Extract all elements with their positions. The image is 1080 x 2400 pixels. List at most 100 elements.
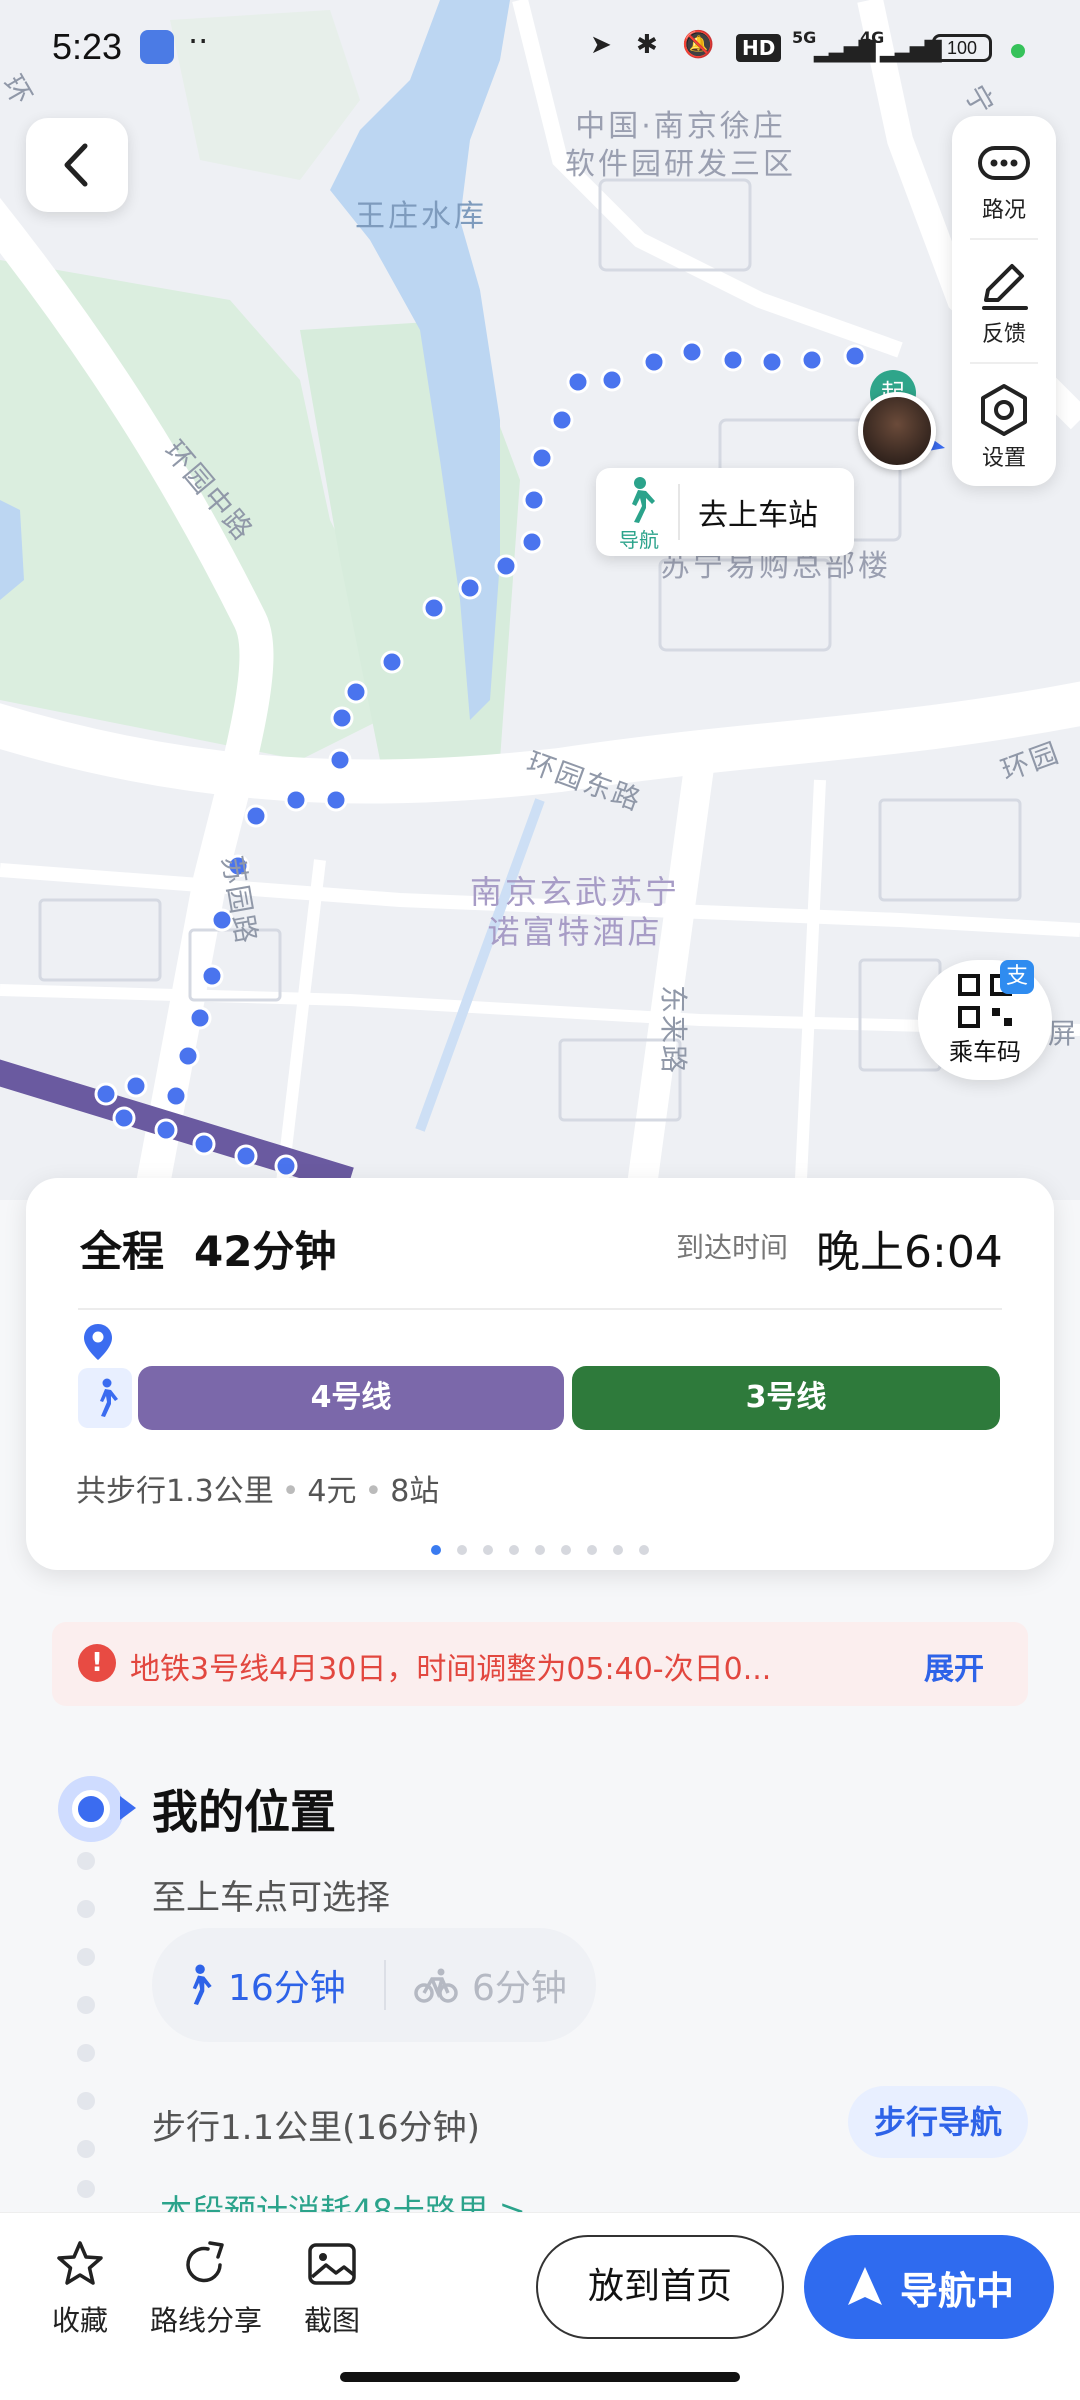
walking-route-dot <box>843 344 867 368</box>
walking-route-dot <box>721 348 745 372</box>
walk-total: 共步行1.3公里 <box>76 1474 274 1509</box>
walk-navigation-button[interactable]: 步行导航 <box>848 2086 1028 2158</box>
privacy-indicator-dot <box>1011 44 1025 58</box>
ride-qr-code-button[interactable]: 支 乘车码 <box>918 960 1052 1080</box>
route-share-button[interactable]: 路线分享 <box>144 2239 268 2339</box>
favorite-button[interactable]: 收藏 <box>40 2239 120 2339</box>
walk-mode-time: 16分钟 <box>228 1968 346 2009</box>
back-button[interactable] <box>26 118 128 212</box>
road-label-edge-ping: 屏 <box>1048 1017 1079 1050</box>
settings-button[interactable]: 设置 <box>952 364 1056 484</box>
feedback-label: 反馈 <box>981 322 1026 347</box>
map-label-hotel: 南京玄武苏宁 诺富特酒店 <box>470 873 681 951</box>
pager-dot[interactable] <box>561 1545 571 1555</box>
route-step-dot <box>77 2140 95 2158</box>
road-label-donglai: 东来路 <box>657 984 691 1076</box>
walking-person-icon <box>192 1964 212 2005</box>
pin-to-home-button[interactable]: 放到首页 <box>536 2235 784 2339</box>
walking-route-dot <box>200 964 224 988</box>
bicycle-icon <box>414 1968 458 2003</box>
arrival-label: 到达时间 <box>676 1231 789 1264</box>
pager-dot[interactable] <box>483 1545 493 1555</box>
image-icon <box>308 2243 356 2285</box>
route-step-dot <box>77 2092 95 2110</box>
walking-route-dot <box>520 530 544 554</box>
route-summary-card[interactable]: 全程 42分钟 到达时间 晚上6:04 4号线 3号线 共步行1.3公里 • 4元 •… <box>26 1178 1054 1570</box>
go-to-station-callout[interactable]: 导航 去上车站 <box>596 468 854 556</box>
walking-route-dot <box>234 1144 258 1168</box>
walking-route-dot <box>550 408 574 432</box>
callout-divider <box>678 484 680 540</box>
pencil-icon <box>982 264 1028 310</box>
route-share-label: 路线分享 <box>149 2304 262 2337</box>
walking-person-icon <box>632 477 655 523</box>
metro-alert-bar[interactable]: ! 地铁3号线4月30日，时间调整为05:40-次日0... 展开 <box>52 1622 1028 1706</box>
user-avatar-marker[interactable] <box>858 392 936 470</box>
location-arrow-icon: ➤ <box>590 30 612 60</box>
navigation-arrow-icon <box>847 2267 882 2305</box>
route-step-dot <box>77 1900 95 1918</box>
location-pin-icon <box>84 1324 112 1360</box>
mute-icon: 🔕 <box>682 30 715 60</box>
walking-route-dot <box>566 370 590 394</box>
walking-route-dot <box>494 554 518 578</box>
walking-route-dot <box>124 1074 148 1098</box>
chevron-left-icon <box>64 143 88 187</box>
meta-separator: • <box>281 1474 300 1509</box>
route-pager[interactable] <box>26 1540 1054 1559</box>
walking-route-dot <box>642 350 666 374</box>
walking-route-dot <box>680 340 704 364</box>
alipay-badge-icon: 支 <box>1000 960 1034 994</box>
bike-mode-option[interactable]: 6分钟 <box>414 1928 567 2042</box>
traffic-button[interactable]: 路况 <box>952 116 1056 236</box>
pager-dot[interactable] <box>639 1545 649 1555</box>
settings-label: 设置 <box>981 446 1026 471</box>
share-arrow-icon <box>186 2241 224 2283</box>
arrival-time: 晚上6:04 <box>816 1227 1003 1278</box>
stops-count: 8站 <box>390 1474 440 1509</box>
expand-alert-button[interactable]: 展开 <box>924 1644 984 1688</box>
walking-route-dot <box>154 1118 178 1142</box>
walking-route-dot <box>324 788 348 812</box>
feedback-button[interactable]: 反馈 <box>952 240 1056 360</box>
mode-divider <box>384 1960 386 2010</box>
home-indicator[interactable] <box>340 2372 740 2382</box>
board-point-select-label: 至上车点可选择 <box>152 1878 390 1918</box>
bike-mode-time: 6分钟 <box>472 1968 567 2009</box>
app-notification-icon <box>140 30 174 64</box>
pager-dot[interactable] <box>509 1545 519 1555</box>
walking-route-dot <box>458 576 482 600</box>
walking-route-dot <box>244 804 268 828</box>
walk-segment-chip <box>78 1368 132 1428</box>
navigating-button[interactable]: 导航中 <box>804 2235 1054 2339</box>
walking-route-dot <box>330 706 354 730</box>
map-label-reservoir: 王庄水库 <box>355 199 487 234</box>
pager-dot[interactable] <box>431 1545 441 1555</box>
go-to-station-label: 去上车站 <box>698 498 818 533</box>
walking-route-dot <box>800 348 824 372</box>
screenshot-button[interactable]: 截图 <box>292 2239 372 2339</box>
walking-route-dot <box>112 1106 136 1130</box>
pager-dot[interactable] <box>535 1545 545 1555</box>
walking-route-dot <box>422 596 446 620</box>
walking-route-dot <box>600 368 624 392</box>
walking-route-dot <box>188 1006 212 1030</box>
status-bar: 5:23 ·· ➤ ✱ 🔕 HD 5G ▂▃▅▇ 4G ▂▃▅▇ 100 <box>0 0 1080 100</box>
walking-person-icon <box>100 1378 118 1417</box>
traffic-label: 路况 <box>981 198 1026 223</box>
pager-dot[interactable] <box>613 1545 623 1555</box>
calorie-estimate-link[interactable]: 本段预计消耗48卡路里 > <box>160 2186 526 2212</box>
walk-mode-option[interactable]: 16分钟 <box>182 1928 346 2042</box>
route-step-dot <box>77 2180 95 2198</box>
hexagon-settings-icon <box>981 384 1027 436</box>
walking-route-dot <box>380 650 404 674</box>
pager-dot[interactable] <box>587 1545 597 1555</box>
card-divider <box>78 1308 1002 1310</box>
more-notifications-icon: ·· <box>188 22 209 60</box>
walking-route-dot <box>760 350 784 374</box>
line3-segment: 3号线 <box>572 1366 1000 1430</box>
walking-route-dot <box>94 1082 118 1106</box>
pager-dot[interactable] <box>457 1545 467 1555</box>
hd-voice-icon: HD <box>736 34 782 62</box>
walking-route-dot <box>530 446 554 470</box>
